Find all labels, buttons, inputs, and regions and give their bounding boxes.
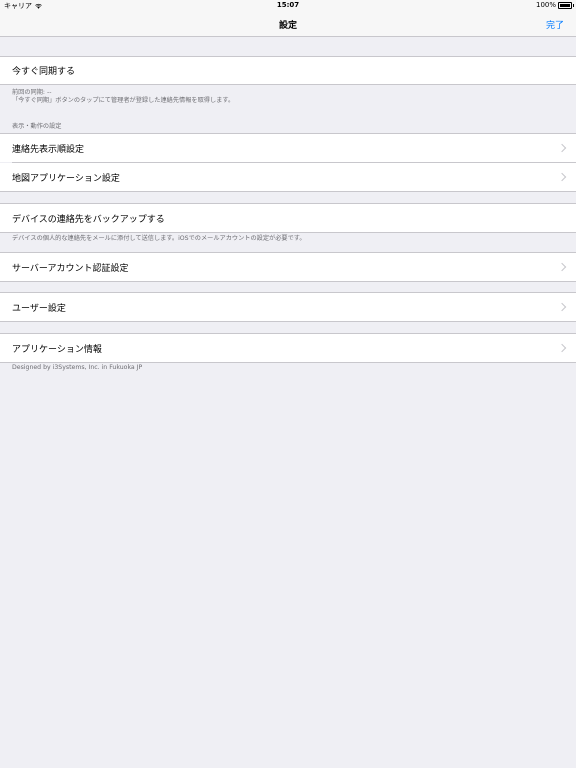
chevron-right-icon (557, 302, 567, 312)
navigation-bar: 設定 完了 (0, 12, 576, 37)
backup-contacts-label: デバイスの連絡先をバックアップする (12, 214, 165, 225)
sync-description: 「今すぐ同期」ボタンのタップにて管理者が登録した連絡先情報を取得します。 (12, 97, 235, 104)
contact-order-label: 連絡先表示順設定 (12, 144, 85, 155)
backup-footer: デバイスの個人的な連絡先をメールに添付して送信します。iOSでのメールアカウント… (12, 235, 306, 242)
server-account-label: サーバーアカウント認証設定 (12, 263, 129, 274)
chevron-right-icon (557, 343, 567, 353)
battery-icon (558, 1, 574, 9)
app-info-setting[interactable]: アプリケーション情報 (0, 333, 576, 363)
status-bar: キャリア 15:07 100% (0, 0, 576, 12)
map-app-setting[interactable]: 地図アプリケーション設定 (0, 163, 576, 192)
sync-footer: 前回の同期: -- 「今すぐ同期」ボタンのタップにて管理者が登録した連絡先情報を… (12, 89, 234, 105)
user-setting[interactable]: ユーザー設定 (0, 292, 576, 322)
server-account-setting[interactable]: サーバーアカウント認証設定 (0, 252, 576, 282)
credits-footer: Designed by i3Systems, Inc. in Fukuoka J… (12, 364, 143, 371)
battery-percent: 100% (535, 1, 556, 9)
contact-order-setting[interactable]: 連絡先表示順設定 (0, 133, 576, 162)
chevron-right-icon (557, 262, 567, 272)
map-app-label: 地図アプリケーション設定 (12, 173, 120, 184)
last-sync-text: 前回の同期: -- (12, 89, 52, 96)
user-setting-label: ユーザー設定 (12, 303, 66, 314)
app-info-label: アプリケーション情報 (12, 344, 102, 355)
done-button[interactable]: 完了 (546, 18, 564, 31)
status-time: 15:07 (276, 1, 300, 9)
page-title: 設定 (278, 21, 297, 31)
backup-contacts-button[interactable]: デバイスの連絡先をバックアップする (0, 203, 576, 233)
chevron-right-icon (557, 172, 567, 182)
sync-now-label: 今すぐ同期する (12, 67, 76, 77)
battery-group: 100% (535, 1, 574, 9)
sync-now-button[interactable]: 今すぐ同期する (0, 56, 576, 85)
chevron-right-icon (557, 143, 567, 153)
display-section-header: 表示・動作の設定 (12, 123, 62, 130)
